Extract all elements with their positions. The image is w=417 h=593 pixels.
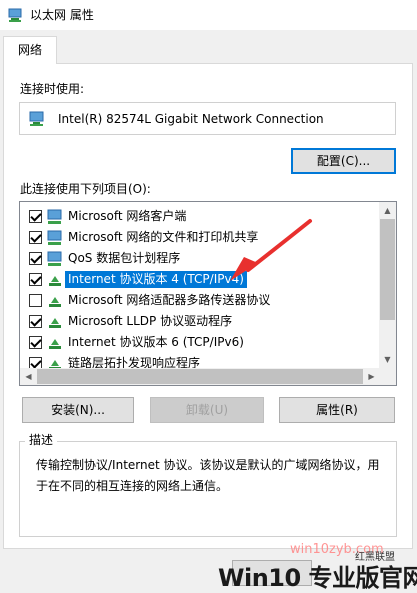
list-item[interactable]: Microsoft 网络的文件和打印机共享: [20, 227, 375, 248]
protocol-icon: [49, 297, 61, 307]
uninstall-button[interactable]: 卸载(U): [150, 397, 264, 423]
network-client-icon: [47, 209, 62, 224]
list-item-label: Microsoft LLDP 协议驱动程序: [68, 314, 233, 328]
configure-button[interactable]: 配置(C)...: [291, 148, 396, 174]
list-item-label: Internet 协议版本 6 (TCP/IPv6): [68, 335, 244, 349]
vertical-scroll-thumb[interactable]: [380, 219, 395, 320]
list-item-label: QoS 数据包计划程序: [68, 251, 181, 265]
scroll-right-icon[interactable]: ▶: [363, 368, 380, 385]
list-item[interactable]: Internet 协议版本 6 (TCP/IPv6): [20, 332, 375, 353]
scroll-left-icon[interactable]: ◀: [20, 368, 37, 385]
protocol-icon: [49, 318, 61, 328]
network-adapter-icon: [29, 111, 44, 126]
items-label: 此连接使用下列项目(O):: [20, 182, 151, 196]
item-checkbox[interactable]: [29, 294, 42, 307]
brand-watermark: Win10 专业版官网: [218, 564, 417, 592]
list-item[interactable]: Microsoft 网络适配器多路传送器协议: [20, 290, 375, 311]
item-checkbox[interactable]: [29, 273, 42, 286]
network-share-icon: [47, 230, 62, 245]
list-item[interactable]: QoS 数据包计划程序: [20, 248, 375, 269]
window-title: 以太网 属性: [30, 8, 94, 22]
description-text: 传输控制协议/Internet 协议。该协议是默认的广域网络协议，用于在不同的相…: [36, 458, 380, 493]
tab-network[interactable]: 网络: [3, 36, 57, 64]
list-item[interactable]: Microsoft 网络客户端: [20, 206, 375, 227]
network-adapter-icon: [8, 8, 22, 22]
protocol-icon: [49, 339, 61, 349]
list-item-selected[interactable]: Internet 协议版本 4 (TCP/IPv4): [20, 269, 375, 290]
description-title: 描述: [25, 433, 58, 447]
horizontal-scroll-thumb[interactable]: [37, 369, 363, 384]
item-checkbox[interactable]: [29, 252, 42, 265]
list-item-label: Microsoft 网络适配器多路传送器协议: [68, 293, 271, 307]
adapter-display: Intel(R) 82574L Gigabit Network Connecti…: [19, 102, 396, 135]
item-checkbox[interactable]: [29, 231, 42, 244]
install-button[interactable]: 安装(N)...: [22, 397, 134, 423]
list-item[interactable]: Microsoft LLDP 协议驱动程序: [20, 311, 375, 332]
scroll-corner: [379, 368, 396, 385]
scroll-up-icon[interactable]: ▲: [379, 202, 396, 219]
adapter-name: Intel(R) 82574L Gigabit Network Connecti…: [58, 112, 324, 126]
item-checkbox[interactable]: [29, 336, 42, 349]
properties-button[interactable]: 属性(R): [279, 397, 395, 423]
horizontal-scrollbar[interactable]: ◀ ▶: [20, 368, 380, 385]
item-checkbox[interactable]: [29, 315, 42, 328]
list-item-label: Microsoft 网络客户端: [68, 209, 187, 223]
protocol-icon: [49, 276, 61, 286]
vertical-scrollbar[interactable]: ▲ ▼: [379, 202, 396, 368]
scroll-down-icon[interactable]: ▼: [379, 351, 396, 368]
item-checkbox[interactable]: [29, 210, 42, 223]
annotation-arrow-icon: [230, 219, 312, 281]
title-bar: 以太网 属性: [0, 0, 417, 30]
network-service-icon: [47, 251, 62, 266]
connect-using-label: 连接时使用:: [20, 82, 85, 96]
